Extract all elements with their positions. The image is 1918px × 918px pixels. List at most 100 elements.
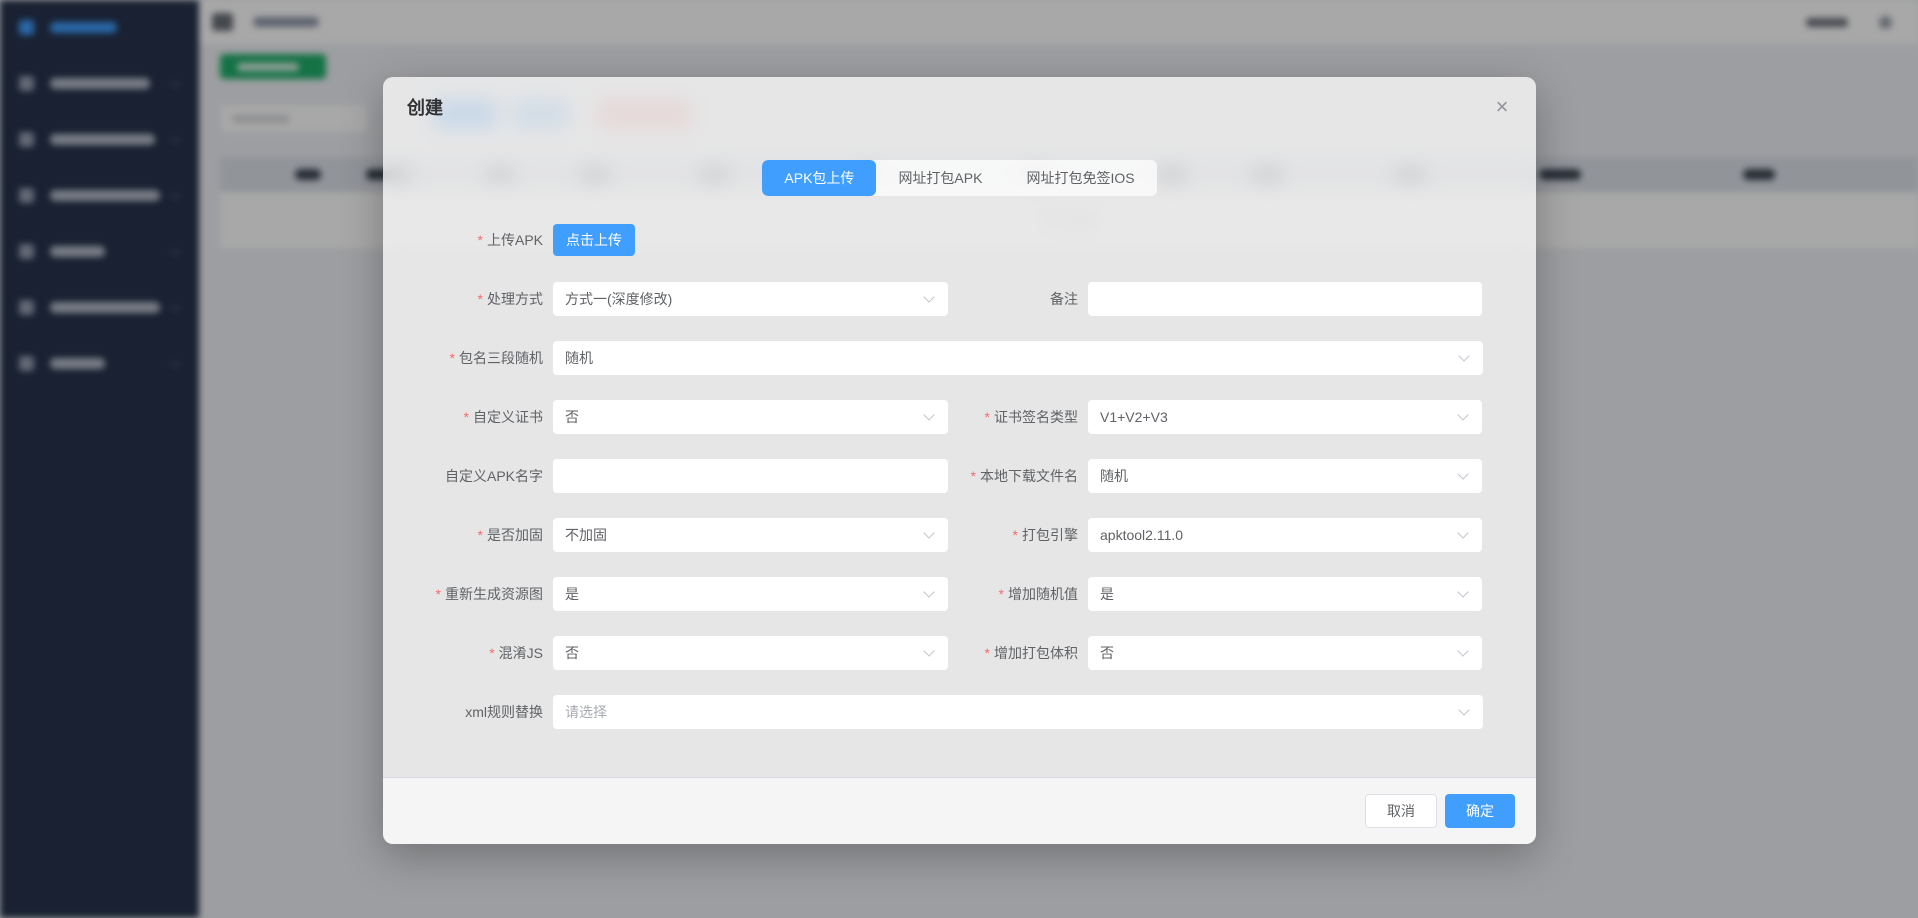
- chevron-down-icon: [923, 409, 934, 420]
- form-row: *是否加固不加固*打包引擎apktool2.11.0: [423, 518, 1536, 552]
- label-text: 自定义APK名字: [445, 468, 543, 484]
- close-icon[interactable]: ×: [1488, 93, 1516, 121]
- upload-button-upload-apk[interactable]: 点击上传: [553, 224, 635, 256]
- label-xml-rule-replace: xml规则替换: [423, 695, 543, 729]
- select-value: 请选择: [565, 702, 607, 722]
- select-custom-cert[interactable]: 否: [553, 400, 948, 434]
- chevron-down-icon: [1457, 527, 1468, 538]
- select-obfuscate-js[interactable]: 否: [553, 636, 948, 670]
- label-text: 增加随机值: [1008, 586, 1078, 602]
- form-row: *上传APK 点击上传: [423, 223, 1536, 257]
- select-process-mode[interactable]: 方式一(深度修改): [553, 282, 948, 316]
- select-value: apktool2.11.0: [1100, 527, 1183, 543]
- label-upload-apk: *上传APK: [423, 223, 543, 257]
- required-asterisk: *: [478, 291, 483, 307]
- input-wrap-remark: [1088, 282, 1482, 316]
- chevron-down-icon: [1457, 586, 1468, 597]
- label-add-random-value: *增加随机值: [958, 577, 1078, 611]
- chevron-down-icon: [923, 291, 934, 302]
- label-text: 是否加固: [487, 527, 543, 543]
- select-value: 不加固: [565, 525, 607, 545]
- label-custom-cert: *自定义证书: [423, 400, 543, 434]
- chevron-down-icon: [1457, 409, 1468, 420]
- label-text: 处理方式: [487, 291, 543, 307]
- required-asterisk: *: [971, 468, 976, 484]
- select-regen-resource-image[interactable]: 是: [553, 577, 948, 611]
- label-text: 打包引擎: [1022, 527, 1078, 543]
- dialog-title: 创建: [407, 94, 443, 120]
- dialog-footer: 取消 确定: [383, 777, 1536, 844]
- label-add-package-size: *增加打包体积: [958, 636, 1078, 670]
- app-root: 暂无数据 创建 × APK包上传网址打包APK网址打包免签IOS *上传APK点…: [0, 0, 1918, 918]
- label-package-name-random: *包名三段随机: [423, 341, 543, 375]
- input-remark[interactable]: [1100, 282, 1452, 316]
- modal-form: *上传APK点击上传*处理方式方式一(深度修改)备注*包名三段随机随机*自定义证…: [383, 223, 1536, 729]
- select-value: 随机: [565, 348, 593, 368]
- chevron-down-icon: [1457, 468, 1468, 479]
- select-value: V1+V2+V3: [1100, 409, 1168, 425]
- label-text: 证书签名类型: [994, 409, 1078, 425]
- label-cert-sign-type: *证书签名类型: [958, 400, 1078, 434]
- required-asterisk: *: [464, 409, 469, 425]
- upload-cell: 点击上传: [553, 224, 1483, 256]
- tab-url-pack-ios[interactable]: 网址打包免签IOS: [1004, 160, 1156, 196]
- label-process-mode: *处理方式: [423, 282, 543, 316]
- select-package-name-random[interactable]: 随机: [553, 341, 1483, 375]
- label-text: 备注: [1050, 291, 1078, 307]
- label-remark: 备注: [958, 282, 1078, 316]
- form-row: *自定义证书否*证书签名类型V1+V2+V3: [423, 400, 1536, 434]
- label-regen-resource-image: *重新生成资源图: [423, 577, 543, 611]
- select-harden[interactable]: 不加固: [553, 518, 948, 552]
- label-text: 重新生成资源图: [445, 586, 543, 602]
- select-cert-sign-type[interactable]: V1+V2+V3: [1088, 400, 1482, 434]
- create-dialog: 创建 × APK包上传网址打包APK网址打包免签IOS *上传APK点击上传*处…: [383, 77, 1536, 844]
- chevron-down-icon: [1457, 645, 1468, 656]
- label-package-engine: *打包引擎: [958, 518, 1078, 552]
- label-local-download-filename: *本地下载文件名: [958, 459, 1078, 493]
- required-asterisk: *: [478, 527, 483, 543]
- tabs-row: APK包上传网址打包APK网址打包免签IOS: [383, 160, 1536, 196]
- select-local-download-filename[interactable]: 随机: [1088, 459, 1482, 493]
- select-value: 方式一(深度修改): [565, 289, 672, 309]
- input-custom-apk-name[interactable]: [565, 459, 918, 493]
- select-package-engine[interactable]: apktool2.11.0: [1088, 518, 1482, 552]
- form-row: *包名三段随机 随机: [423, 341, 1536, 375]
- required-asterisk: *: [436, 586, 441, 602]
- required-asterisk: *: [489, 645, 494, 661]
- confirm-button[interactable]: 确定: [1445, 794, 1515, 828]
- dialog-header: 创建: [383, 77, 1536, 137]
- select-value: 否: [565, 407, 579, 427]
- select-add-random-value[interactable]: 是: [1088, 577, 1482, 611]
- chevron-down-icon: [1458, 704, 1469, 715]
- form-row: *混淆JS否*增加打包体积否: [423, 636, 1536, 670]
- required-asterisk: *: [999, 586, 1004, 602]
- required-asterisk: *: [985, 645, 990, 661]
- label-text: 上传APK: [487, 232, 543, 248]
- tabs-bar: APK包上传网址打包APK网址打包免签IOS: [762, 160, 1156, 196]
- required-asterisk: *: [985, 409, 990, 425]
- label-text: 增加打包体积: [994, 645, 1078, 661]
- select-xml-rule-replace[interactable]: 请选择: [553, 695, 1483, 729]
- select-value: 否: [565, 643, 579, 663]
- chevron-down-icon: [923, 586, 934, 597]
- cancel-button[interactable]: 取消: [1365, 794, 1437, 828]
- tab-apk-upload[interactable]: APK包上传: [762, 160, 876, 196]
- label-harden: *是否加固: [423, 518, 543, 552]
- label-text: 混淆JS: [499, 645, 543, 661]
- select-add-package-size[interactable]: 否: [1088, 636, 1482, 670]
- form-row: xml规则替换 请选择: [423, 695, 1536, 729]
- label-text: 包名三段随机: [459, 350, 543, 366]
- input-wrap-custom-apk-name: [553, 459, 948, 493]
- select-value: 否: [1100, 643, 1114, 663]
- label-text: 自定义证书: [473, 409, 543, 425]
- required-asterisk: *: [450, 350, 455, 366]
- form-row: *重新生成资源图是*增加随机值是: [423, 577, 1536, 611]
- label-custom-apk-name: 自定义APK名字: [423, 459, 543, 493]
- required-asterisk: *: [1013, 527, 1018, 543]
- select-value: 随机: [1100, 466, 1128, 486]
- chevron-down-icon: [923, 527, 934, 538]
- required-asterisk: *: [478, 232, 483, 248]
- label-text: 本地下载文件名: [980, 468, 1078, 484]
- tab-url-pack-apk[interactable]: 网址打包APK: [876, 160, 1004, 196]
- label-text: xml规则替换: [465, 704, 543, 720]
